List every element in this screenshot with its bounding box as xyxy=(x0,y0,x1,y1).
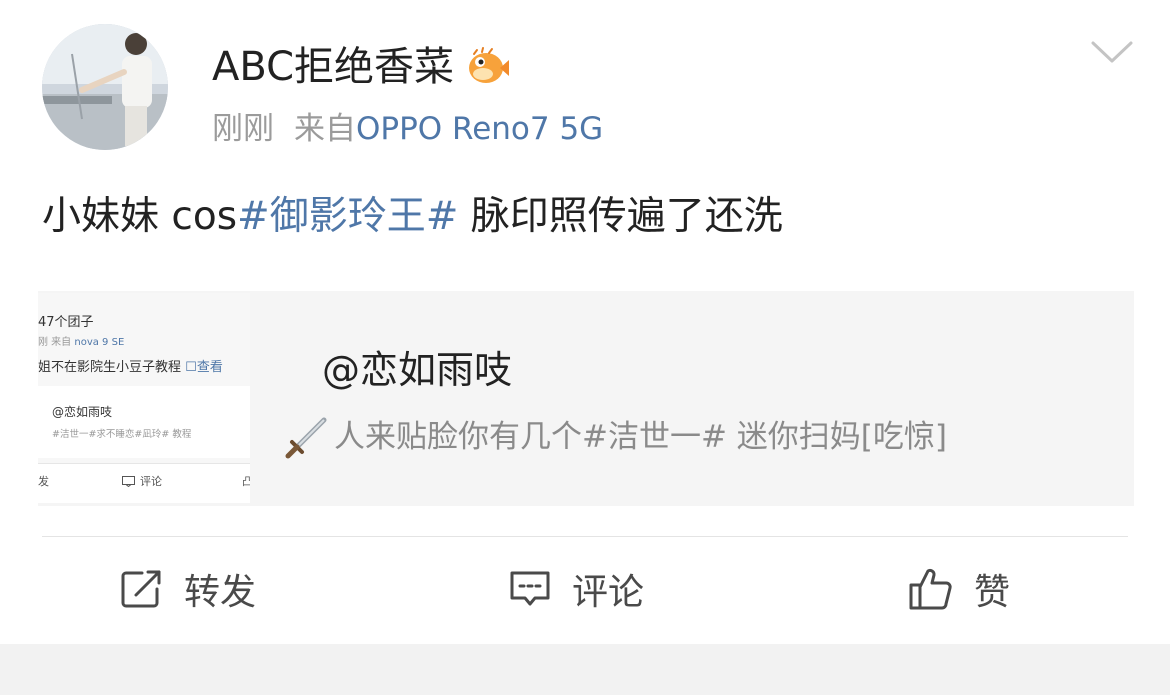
hashtag-link[interactable]: #御影玲王# xyxy=(237,194,458,239)
thumb-link: ☐查看 xyxy=(185,360,223,375)
pufferfish-badge-icon xyxy=(464,44,510,90)
avatar[interactable] xyxy=(42,24,168,150)
quoted-post-thumbnail: 47个团子 刚 来自 nova 9 SE 姐不在影院生小豆子教程 ☐查看 @恋如… xyxy=(38,293,250,503)
thumb-meta-prefix: 刚 来自 xyxy=(38,337,72,348)
source-prefix: 来自 xyxy=(294,111,356,147)
repost-label: 转发 xyxy=(184,572,257,613)
thumb-line-text: 姐不在影院生小豆子教程 ☐查看 xyxy=(38,356,223,375)
thumb-inner-card xyxy=(38,386,250,458)
share-square-icon xyxy=(121,570,161,608)
footer-separator xyxy=(0,644,1170,695)
thumbs-up-icon xyxy=(909,568,952,610)
post-meta: 刚刚 来自OPPO Reno7 5G xyxy=(212,106,603,152)
thumb-text: 姐不在影院生小豆子教程 xyxy=(38,360,182,375)
source-device[interactable]: OPPO Reno7 5G xyxy=(356,111,603,147)
weibo-post: ABC拒绝香菜 刚刚 来自OPPO Reno7 5G 小妹妹 cos#御影玲王#… xyxy=(0,0,1170,695)
divider xyxy=(42,536,1128,537)
username[interactable]: ABC拒绝香菜 xyxy=(212,40,454,94)
avatar-photo xyxy=(42,24,168,150)
like-button[interactable]: 赞 xyxy=(908,562,1010,616)
thumb-footer-right: 凸 xyxy=(242,475,250,488)
thumb-meta-device: nova 9 SE xyxy=(74,337,125,348)
post-text: 小妹妹 cos#御影玲王# 脉印照传遍了还洗 xyxy=(42,190,783,244)
repost-button[interactable]: 转发 xyxy=(120,562,256,616)
post-text-before: 小妹妹 cos xyxy=(42,194,238,239)
thumb-footer-comment: 评论 xyxy=(122,473,162,489)
quoted-post-card[interactable]: 47个团子 刚 来自 nova 9 SE 姐不在影院生小豆子教程 ☐查看 @恋如… xyxy=(38,291,1134,506)
post-time: 刚刚 xyxy=(212,111,274,147)
thumb-comment-icon xyxy=(122,475,135,487)
post-source: 来自OPPO Reno7 5G xyxy=(294,106,603,152)
thumb-line-meta: 刚 来自 nova 9 SE xyxy=(38,333,124,348)
thumb-line-author: 47个团子 xyxy=(38,315,94,330)
comment-button[interactable]: 评论 xyxy=(508,562,644,616)
comment-label: 评论 xyxy=(572,572,645,613)
thumb-inner-text: #洁世一#求不睡恋#凪玲# 教程 xyxy=(52,429,192,440)
quoted-text-content: 人来贴脸你有几个#洁世一# 迷你扫妈[吃惊] xyxy=(334,419,947,455)
like-label: 赞 xyxy=(974,572,1011,613)
chevron-down-icon[interactable] xyxy=(1090,38,1134,66)
quoted-text: 人来贴脸你有几个#洁世一# 迷你扫妈[吃惊] xyxy=(284,414,947,460)
username-row: ABC拒绝香菜 xyxy=(212,40,510,94)
sword-emoji-icon xyxy=(285,417,327,459)
thumb-inner-author: @恋如雨吱 xyxy=(52,405,113,419)
quoted-author[interactable]: @恋如雨吱 xyxy=(322,345,512,395)
comment-bubble-icon xyxy=(510,571,550,606)
thumb-footer-left: 发 xyxy=(38,475,49,488)
post-text-after: 脉印照传遍了还洗 xyxy=(458,194,783,239)
